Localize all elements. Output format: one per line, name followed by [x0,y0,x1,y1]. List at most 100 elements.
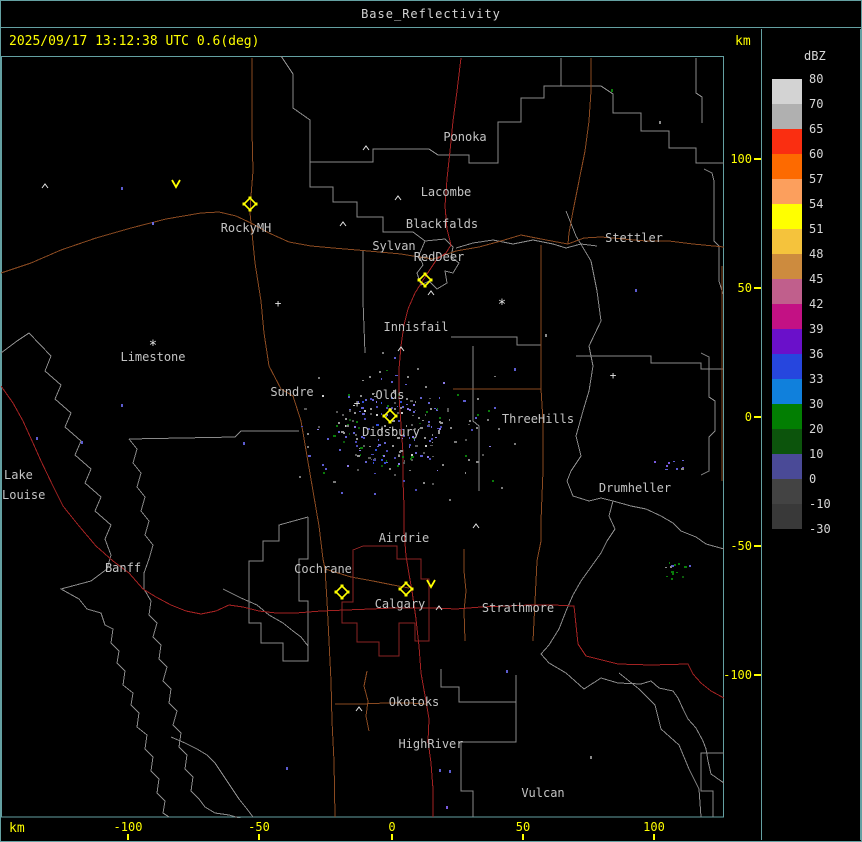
radar-site-icon [382,408,398,424]
y-axis-tick [754,545,761,547]
x-axis-tick [653,834,655,840]
colorbar-label: 57 [809,172,824,186]
colorbar-label: 20 [809,422,824,436]
colorbar-swatch [772,329,802,354]
colorbar-title: dBZ [804,49,826,63]
city-label-innisfail: Innisfail [383,320,448,334]
x-axis-tick [258,834,260,840]
y-axis-tick [754,416,761,418]
colorbar-swatch [772,404,802,429]
radar-site-icon [242,196,258,212]
station-asterisk-icon: * [498,297,506,313]
x-axis-tick-label: -100 [113,820,143,834]
city-label-drumheller: Drumheller [599,481,671,495]
colorbar-label: -30 [809,522,831,536]
colorbar-swatch [772,154,802,179]
station-caret-icon [355,706,363,712]
colorbar-label: 54 [809,197,824,211]
colorbar-label: -10 [809,497,831,511]
city-label-ponoka: Ponoka [443,130,486,144]
city-label-okotoks: Okotoks [389,695,440,709]
range-axis-vertical: 100 50 0 -50 -100 [723,56,761,818]
colorbar-swatch [772,479,802,504]
colorbar-label: 48 [809,247,824,261]
x-axis-title: km [9,821,25,836]
y-axis-tick-label: 100 [730,152,752,166]
scan-timestamp: 2025/09/17 13:12:38 UTC 0.6(deg) [9,34,260,49]
station-plus-icon: + [354,397,361,410]
city-label-lacombe: Lacombe [421,185,472,199]
radar-map-canvas[interactable]: **+++PonokaLacombeBlackfaldsRockyMHSylva… [1,56,724,818]
colorbar-label: 70 [809,97,824,111]
radar-site-icon [398,581,414,597]
city-label-airdrie: Airdrie [379,531,430,545]
colorbar-label: 80 [809,72,824,86]
reflectivity-colorbar: dBZ 80 70 65 60 57 54 51 48 45 42 39 36 33 30 20 10 0 -10… [761,29,861,840]
colorbar-label: 0 [809,472,817,486]
station-caret-icon [394,195,402,201]
x-axis-tick-label: 100 [643,820,665,834]
echo-layer [36,89,691,809]
y-axis-tick-label: -100 [723,668,752,682]
station-caret-icon [339,221,347,227]
city-label-threehills: ThreeHills [502,412,574,426]
colorbar-swatch [772,504,802,529]
city-label-didsbury: Didsbury [362,425,420,439]
city-label-strathmore: Strathmore [482,601,554,615]
colorbar-swatch [772,429,802,454]
colorbar-label: 45 [809,272,824,286]
city-label-sundre: Sundre [270,385,313,399]
window-title: Base_Reflectivity [361,7,501,21]
station-caret-icon [362,145,370,151]
x-axis-tick [522,834,524,840]
city-label-limestone: Limestone [120,350,185,364]
colorbar-swatch [772,279,802,304]
colorbar-swatch [772,229,802,254]
wind-arrow-icon [171,179,181,189]
colorbar-label: 10 [809,447,824,461]
city-label-vulcan: Vulcan [521,786,564,800]
y-axis-title: km [735,34,751,49]
colorbar-label: 60 [809,147,824,161]
radar-site-icon [334,584,350,600]
station-plus-icon: + [610,369,617,382]
title-bar: Base_Reflectivity [1,1,861,28]
colorbar-swatch [772,254,802,279]
marker-layer: **+++ [41,145,617,712]
city-label-lake: Lake [4,468,33,482]
colorbar-swatch [772,379,802,404]
colorbar-swatch [772,179,802,204]
x-axis-tick-label: -50 [248,820,270,834]
x-axis-tick [127,834,129,840]
city-label-banff: Banff [105,561,141,575]
x-axis-tick-label: 50 [515,820,531,834]
city-label-louise: Louise [2,488,45,502]
station-caret-icon [41,183,49,189]
colorbar-label: 30 [809,397,824,411]
city-label-sylvan: Sylvan [372,239,415,253]
x-axis-tick [391,834,393,840]
colorbar-label: 51 [809,222,824,236]
colorbar-label: 65 [809,122,824,136]
x-axis-tick-label: 0 [388,820,396,834]
colorbar-swatch [772,129,802,154]
colorbar-label: 42 [809,297,824,311]
city-label-cochrane: Cochrane [294,562,352,576]
y-axis-tick-label: 0 [744,410,752,424]
wind-arrow-icon [426,579,436,589]
station-caret-icon [472,523,480,529]
range-axis-horizontal: km -100 -50 0 50 100 [1,818,761,840]
radar-viewer-window: Base_Reflectivity 2025/09/17 13:12:38 UT… [0,0,862,842]
colorbar-swatch [772,79,802,104]
colorbar-swatch [772,454,802,479]
radar-map[interactable]: * * + + + Ponoka Lacombe Blackfalds RockyMH Sylva… [1,56,724,818]
city-label-layer: Ponoka Lacombe Blackfalds RockyMH SylvanRedD… [2,130,671,800]
y-axis-tick [754,287,761,289]
colorbar-swatch [772,354,802,379]
station-plus-icon: + [275,297,282,310]
city-label-rockymh: RockyMH [221,221,272,235]
city-label-calgary: Calgary [375,597,426,611]
y-axis-tick [754,674,761,676]
y-axis-tick-label: -50 [730,539,752,553]
city-label-reddeer: RedDeer [414,250,465,264]
